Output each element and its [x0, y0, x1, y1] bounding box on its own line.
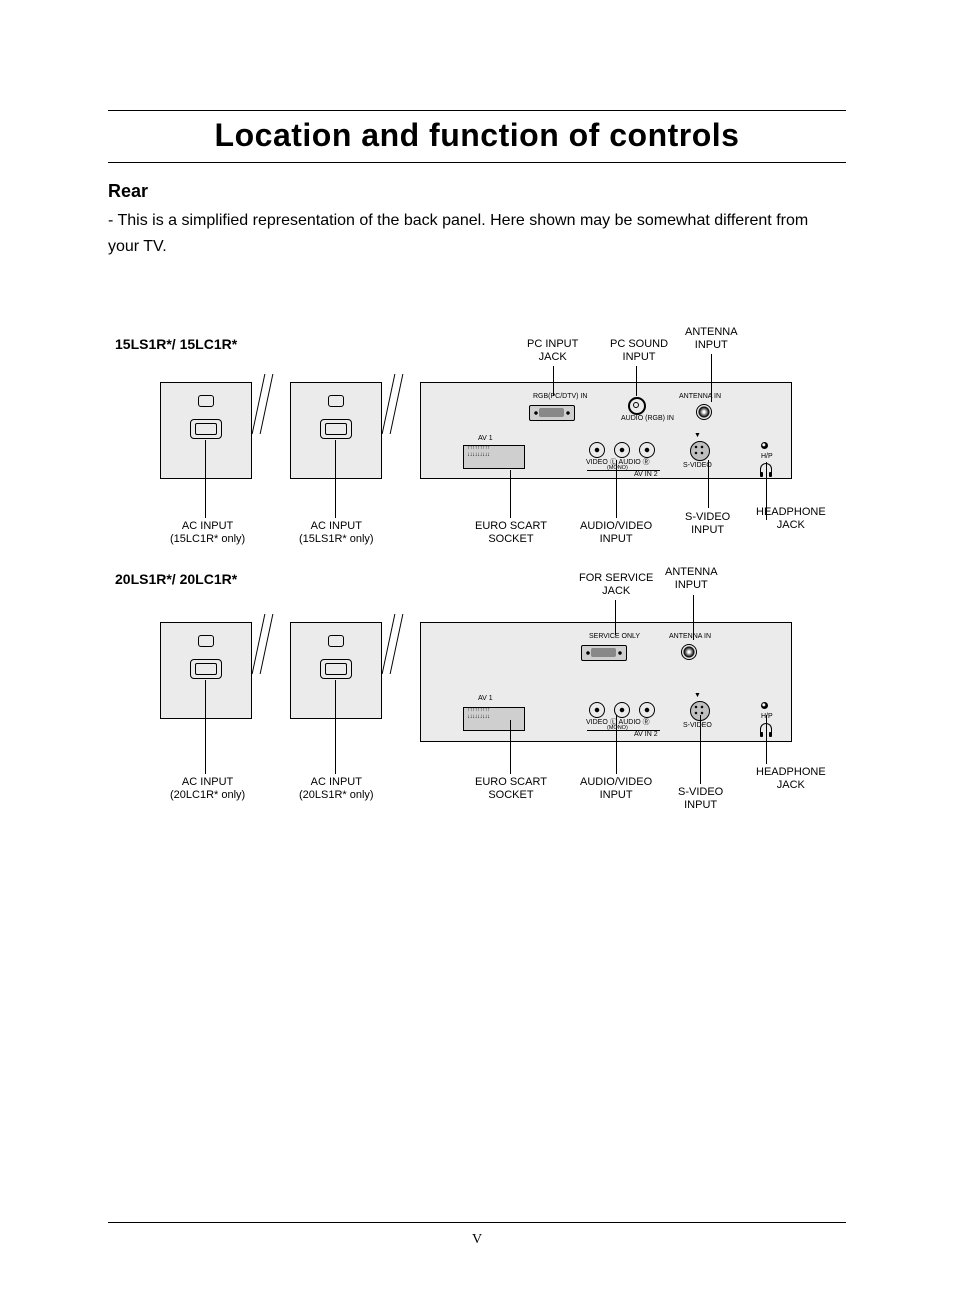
callout-euroscart-2: EURO SCART SOCKET: [475, 776, 547, 801]
label-rgb-in: RGB(PC/DTV) IN: [533, 393, 587, 400]
panel-break-1b: [388, 374, 406, 494]
callout-ac-15ls: AC INPUT (15LS1R* only): [299, 520, 374, 545]
leader-line: [510, 470, 511, 518]
leader-line: [616, 715, 617, 774]
ac-panel-15lc: [160, 382, 252, 479]
label-audio-rgb: AUDIO (RGB) IN: [621, 415, 674, 422]
label-avin2: AV IN 2: [634, 471, 658, 478]
callout-pc-sound: PC SOUND INPUT: [610, 338, 668, 363]
leader-line: [510, 720, 511, 774]
antenna-port-icon: [681, 644, 697, 660]
footer-rule: [108, 1222, 846, 1223]
callout-svideo-1: S-VIDEO INPUT: [685, 511, 730, 536]
label-av1: AV 1: [478, 435, 493, 442]
leader-line: [205, 440, 206, 518]
page-number: V: [0, 1232, 954, 1248]
title-rule: Location and function of controls: [108, 110, 846, 163]
rca-audio-l-icon: [614, 442, 630, 458]
ac-plug-icon: [190, 659, 222, 679]
ac-sym-icon: [198, 635, 214, 647]
ac-sym-icon: [328, 635, 344, 647]
callout-ac-20ls: AC INPUT (20LS1R* only): [299, 776, 374, 801]
leader-line: [616, 460, 617, 518]
model-1-label: 15LS1R*/ 15LC1R*: [115, 336, 237, 352]
avin-bracket: [587, 470, 660, 471]
rca-audio-r-icon: [639, 442, 655, 458]
label-antenna-in: ANTENNA IN: [669, 633, 711, 640]
callout-service: FOR SERVICE JACK: [579, 572, 653, 597]
ac-sym-icon: [198, 395, 214, 407]
panel-break-2b: [388, 614, 406, 734]
model-2-label: 20LS1R*/ 20LC1R*: [115, 571, 237, 587]
callout-ac-20lc: AC INPUT (20LC1R* only): [170, 776, 245, 801]
scart-port-icon: [463, 445, 525, 469]
panel-break-2a: [258, 614, 276, 734]
vga-port-icon: [529, 405, 575, 421]
callout-pc-input: PC INPUT JACK: [527, 338, 578, 363]
page-title: Location and function of controls: [108, 117, 846, 154]
ac-sym-icon: [328, 395, 344, 407]
rear-panel-1: RGB(PC/DTV) IN AUDIO (RGB) IN ANTENNA IN…: [420, 382, 792, 479]
label-avin2: AV IN 2: [634, 731, 658, 738]
label-video: VIDEO: [586, 719, 608, 726]
rear-panel-2: SERVICE ONLY ANTENNA IN AV 1 VIDEO Ⓛ AUD…: [420, 622, 792, 742]
callout-antenna-1: ANTENNA INPUT: [685, 326, 738, 351]
audio-jack-icon: [628, 397, 646, 415]
callout-headphone-1: HEADPHONE JACK: [756, 506, 826, 531]
leader-line: [700, 715, 701, 784]
leader-line: [693, 595, 694, 640]
ac-plug-icon: [320, 419, 352, 439]
ac-panel-20lc: [160, 622, 252, 719]
label-video: VIDEO: [586, 459, 608, 466]
leader-line: [708, 460, 709, 508]
page: Location and function of controls Rear -…: [0, 0, 954, 1303]
leader-line: [711, 354, 712, 402]
rca-video-icon: [589, 702, 605, 718]
leader-line: [335, 440, 336, 518]
arrow-down-icon: ▼: [694, 692, 701, 699]
rca-video-icon: [589, 442, 605, 458]
leader-line: [615, 600, 616, 635]
panel-break-1a: [258, 374, 276, 494]
label-antenna-in: ANTENNA IN: [679, 393, 721, 400]
intro-text: - This is a simplified representation of…: [108, 208, 846, 259]
callout-euroscart-1: EURO SCART SOCKET: [475, 520, 547, 545]
hp-jack-icon: [761, 442, 768, 449]
arrow-down-icon: ▼: [694, 432, 701, 439]
callout-ac-15lc: AC INPUT (15LC1R* only): [170, 520, 245, 545]
vga-port-icon: [581, 645, 627, 661]
leader-line: [766, 715, 767, 764]
label-hp: H/P: [761, 453, 773, 460]
label-av1: AV 1: [478, 695, 493, 702]
section-heading-rear: Rear: [108, 181, 846, 202]
rca-audio-r-icon: [639, 702, 655, 718]
antenna-port-icon: [696, 404, 712, 420]
avin-bracket: [587, 730, 660, 731]
callout-svideo-2: S-VIDEO INPUT: [678, 786, 723, 811]
label-svideo: S-VIDEO: [683, 722, 712, 729]
callout-headphone-2: HEADPHONE JACK: [756, 766, 826, 791]
leader-line: [636, 366, 637, 396]
svideo-port-icon: [690, 441, 710, 461]
ac-panel-20ls: [290, 622, 382, 719]
callout-av-2: AUDIO/VIDEO INPUT: [580, 776, 652, 801]
ac-plug-icon: [320, 659, 352, 679]
leader-line: [335, 680, 336, 774]
leader-line: [205, 680, 206, 774]
ac-plug-icon: [190, 419, 222, 439]
hp-jack-icon: [761, 702, 768, 709]
ac-panel-15ls: [290, 382, 382, 479]
scart-port-icon: [463, 707, 525, 731]
leader-line: [553, 366, 554, 396]
callout-antenna-2: ANTENNA INPUT: [665, 566, 718, 591]
callout-av-1: AUDIO/VIDEO INPUT: [580, 520, 652, 545]
